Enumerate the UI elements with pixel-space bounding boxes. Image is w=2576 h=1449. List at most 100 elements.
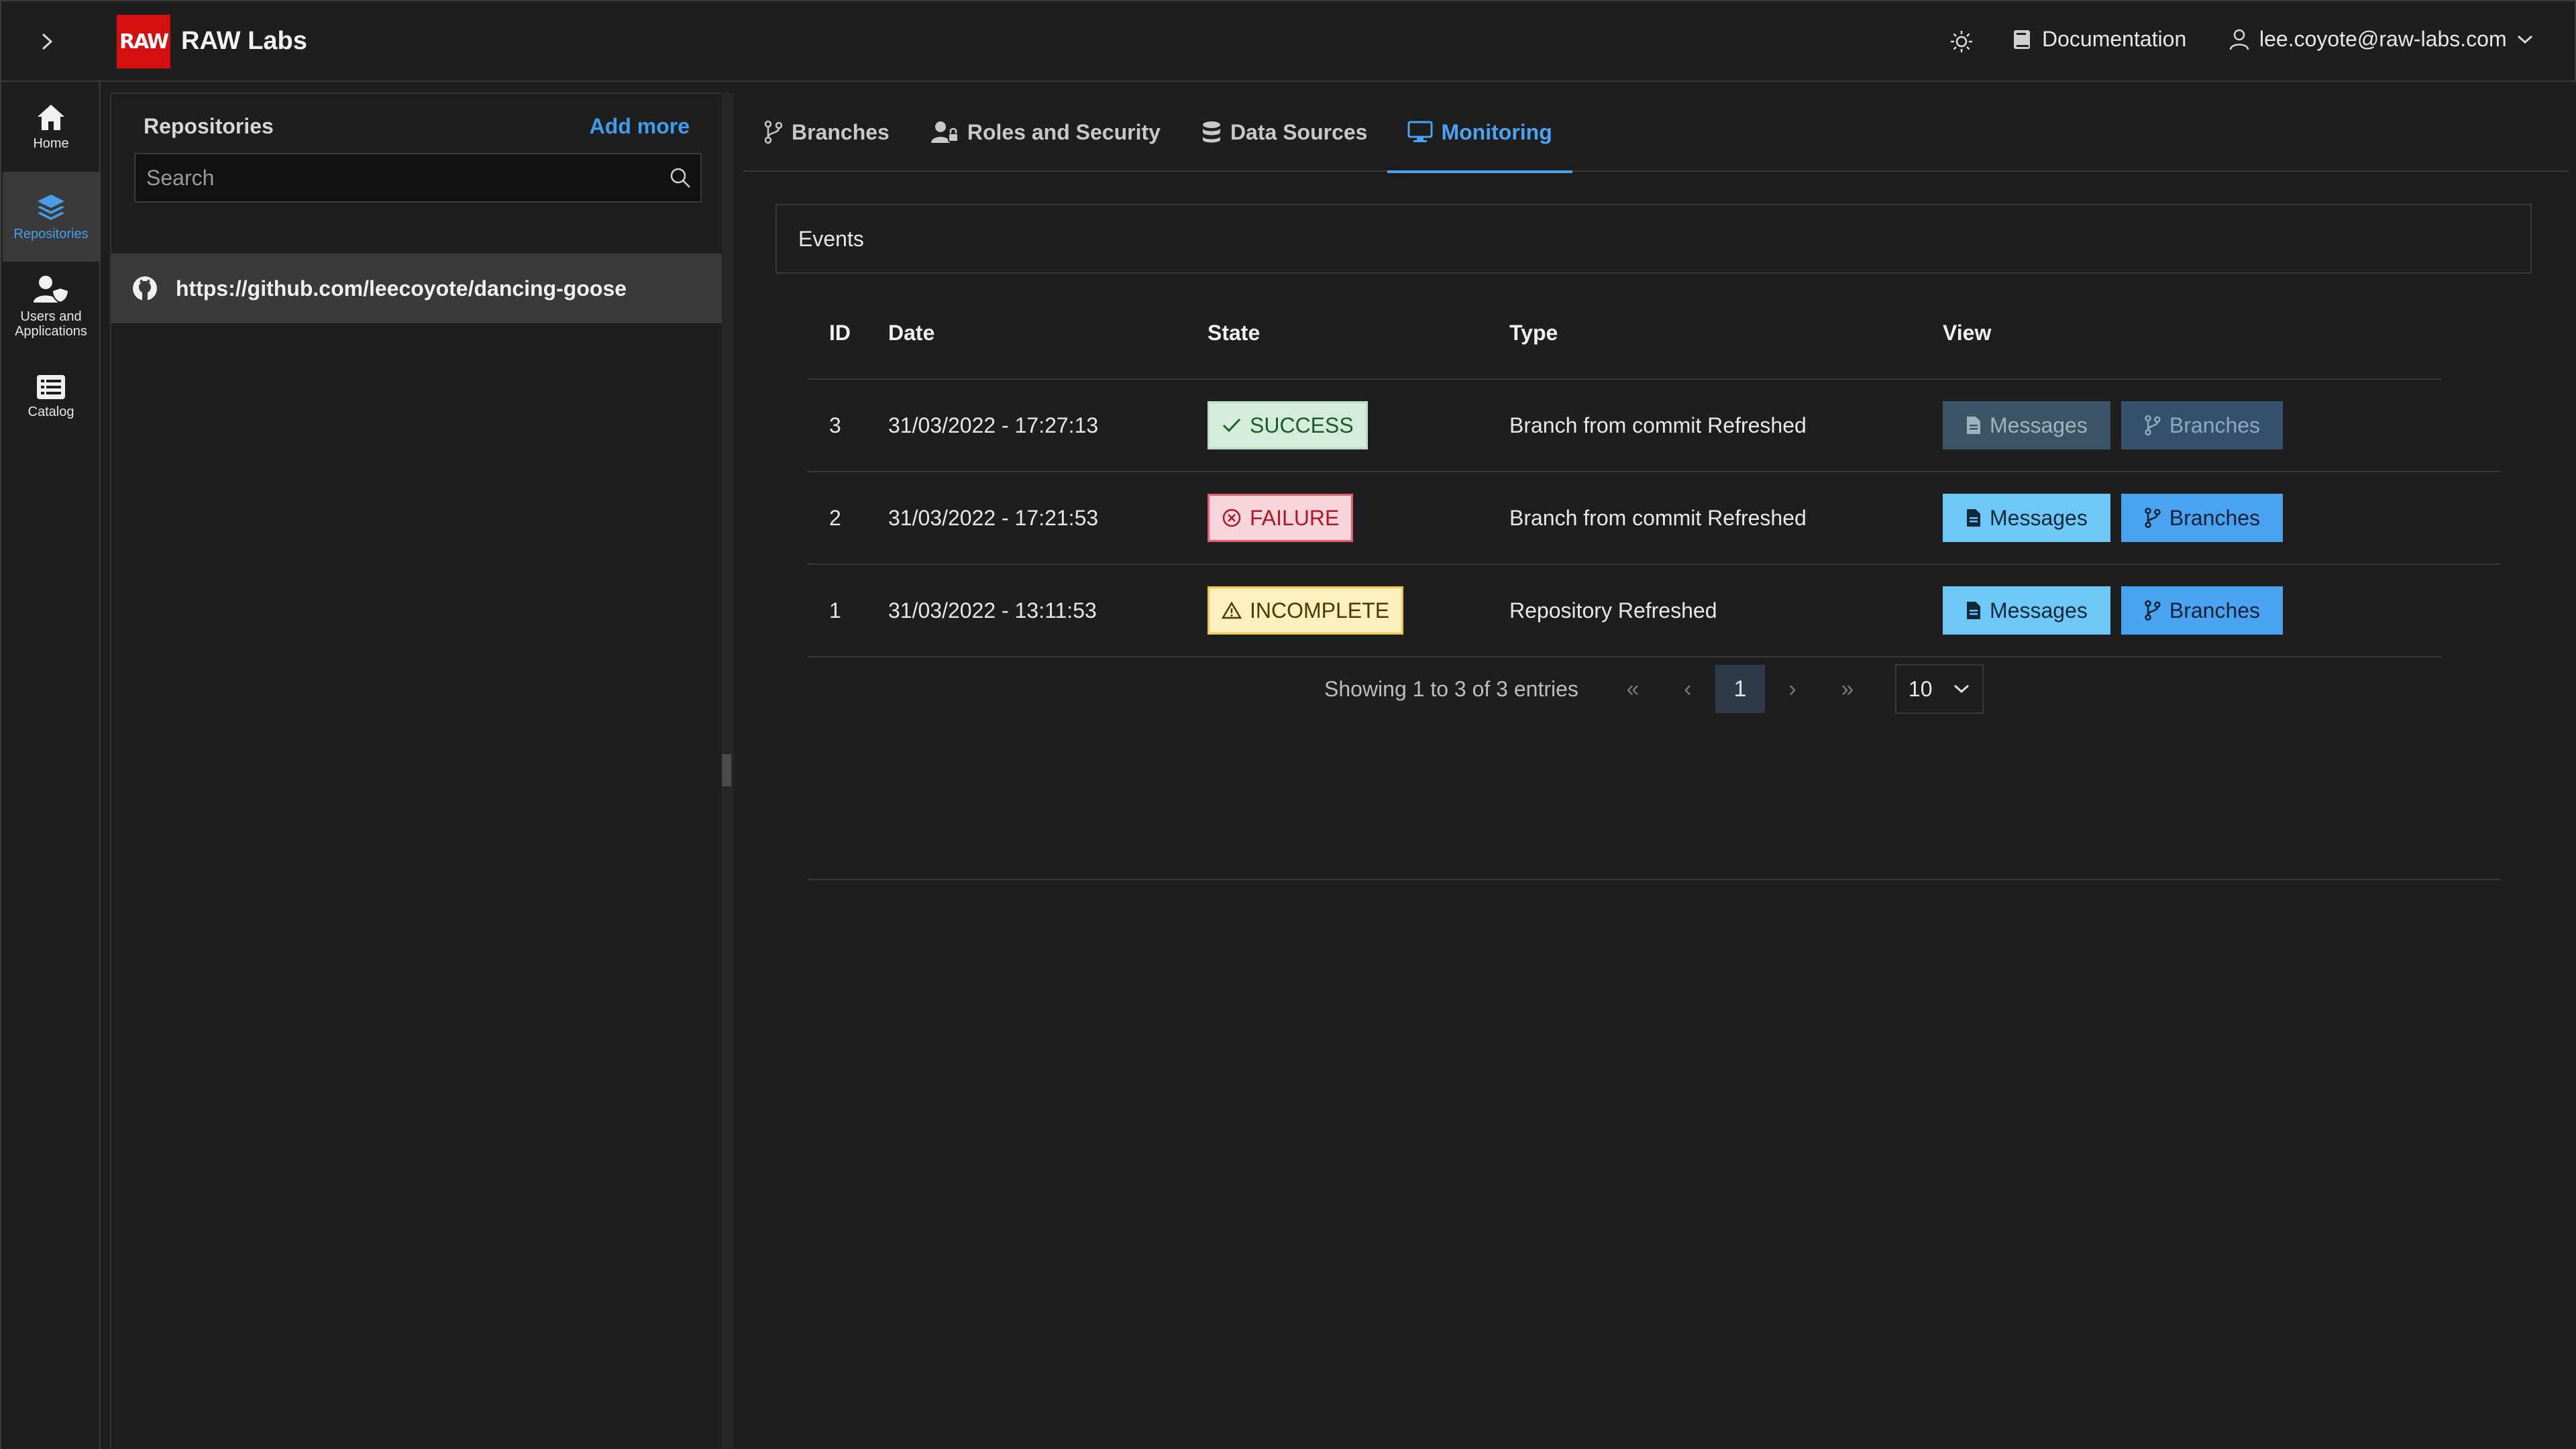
- repository-search: [134, 153, 702, 203]
- rail-label-repositories: Repositories: [13, 227, 89, 241]
- x-circle-icon: [1222, 508, 1241, 527]
- documentation-label: Documentation: [2042, 27, 2187, 51]
- messages-label: Messages: [1990, 598, 2088, 623]
- monitor-icon: [1407, 121, 1433, 142]
- event-type: Branch from commit Refreshed: [1509, 505, 1807, 530]
- brand-name: RAW Labs: [181, 27, 307, 55]
- add-more-link[interactable]: Add more: [590, 114, 690, 139]
- tab-branches[interactable]: Branches: [743, 93, 910, 172]
- file-icon: [1967, 509, 1980, 527]
- branches-button[interactable]: Branches: [2121, 586, 2284, 635]
- layers-icon: [38, 195, 64, 220]
- event-state: FAILURE: [1208, 494, 1509, 542]
- next-page-button[interactable]: ›: [1765, 665, 1820, 713]
- branches-button[interactable]: Branches: [2121, 494, 2284, 542]
- panel-splitter[interactable]: [722, 93, 734, 1449]
- status-badge-incomplete: INCOMPLETE: [1208, 586, 1404, 635]
- rail-item-home[interactable]: Home: [3, 82, 99, 172]
- event-view-actions: Messages Branches: [1939, 586, 2442, 635]
- rail-item-catalog[interactable]: Catalog: [3, 352, 99, 441]
- book-icon: [2014, 30, 2030, 49]
- status-label: FAILURE: [1250, 505, 1340, 530]
- event-type: Branch from commit Refreshed: [1509, 413, 1807, 437]
- chevron-down-icon: [1953, 684, 1969, 694]
- branches-label: Branches: [2169, 598, 2261, 623]
- table-row: 3 31/03/2022 - 17:27:13 SUCCESS Branch f…: [808, 380, 2501, 472]
- branch-icon: [2145, 415, 2161, 436]
- rail-label-catalog: Catalog: [28, 405, 74, 419]
- pagination-info: Showing 1 to 3 of 3 entries: [1324, 676, 1578, 701]
- theme-toggle-button[interactable]: [1947, 27, 1976, 56]
- repositories-panel: Repositories Add more https://github.com…: [110, 93, 723, 1449]
- tab-data-sources[interactable]: Data Sources: [1181, 93, 1388, 172]
- prev-page-button[interactable]: ‹: [1660, 665, 1715, 713]
- user-shield-icon: [34, 276, 70, 304]
- nav-rail: Home Repositories Users and Applications…: [0, 82, 101, 1449]
- events-header: Events: [775, 204, 2532, 274]
- branch-icon: [2145, 600, 2161, 621]
- list-icon: [37, 375, 65, 399]
- tab-roles-and-security[interactable]: Roles and Security: [910, 93, 1181, 172]
- github-icon: [133, 276, 157, 301]
- repositories-title: Repositories: [144, 114, 274, 138]
- table-header: ID Date State Type View: [808, 287, 2442, 380]
- event-date: 31/03/2022 - 17:21:53: [888, 505, 1099, 530]
- tab-roles-label: Roles and Security: [967, 119, 1161, 144]
- tab-branches-label: Branches: [792, 119, 890, 144]
- messages-label: Messages: [1990, 505, 2088, 530]
- messages-button[interactable]: Messages: [1943, 586, 2110, 635]
- check-icon: [1222, 418, 1241, 433]
- event-id: 1: [829, 598, 841, 623]
- branches-button[interactable]: Branches: [2121, 401, 2284, 449]
- first-page-button[interactable]: «: [1605, 665, 1660, 713]
- chevron-down-icon: [2517, 35, 2532, 44]
- file-icon: [1967, 602, 1980, 619]
- expand-sidebar-button[interactable]: [31, 25, 63, 58]
- rail-item-users-and-applications[interactable]: Users and Applications: [3, 262, 99, 352]
- branches-label: Branches: [2169, 413, 2261, 437]
- column-state[interactable]: State: [1208, 321, 1509, 345]
- tab-monitoring-label: Monitoring: [1441, 119, 1552, 144]
- rail-item-repositories[interactable]: Repositories: [3, 172, 99, 262]
- repository-item[interactable]: https://github.com/leecoyote/dancing-goo…: [111, 254, 723, 323]
- column-id[interactable]: ID: [808, 321, 888, 345]
- column-date[interactable]: Date: [888, 321, 1208, 345]
- user-menu[interactable]: lee.coyote@raw-labs.com: [2229, 27, 2534, 52]
- branch-icon: [764, 120, 783, 144]
- last-page-button[interactable]: »: [1820, 665, 1875, 713]
- event-state: INCOMPLETE: [1208, 586, 1509, 635]
- warning-icon: [1222, 601, 1242, 619]
- event-state: SUCCESS: [1208, 401, 1509, 449]
- status-badge-failure: FAILURE: [1208, 494, 1354, 542]
- chevron-right-icon: [42, 33, 53, 50]
- documentation-link[interactable]: Documentation: [2012, 27, 2186, 52]
- file-icon: [1967, 417, 1980, 434]
- current-page-button[interactable]: 1: [1715, 665, 1765, 713]
- sun-icon: [1951, 31, 1972, 52]
- event-date: 31/03/2022 - 17:27:13: [888, 413, 1099, 437]
- messages-label: Messages: [1990, 413, 2088, 437]
- splitter-grip[interactable]: [722, 754, 731, 786]
- events-table: ID Date State Type View 3 31/03/2022 - 1…: [808, 287, 2501, 657]
- repository-search-input[interactable]: [136, 165, 660, 191]
- search-icon[interactable]: [660, 166, 700, 189]
- tab-data-sources-label: Data Sources: [1230, 119, 1368, 144]
- user-email: lee.coyote@raw-labs.com: [2259, 27, 2507, 51]
- main-content: Branches Roles and Security Data Sources…: [734, 93, 2576, 1449]
- user-icon: [2229, 29, 2249, 50]
- status-label: SUCCESS: [1250, 413, 1354, 437]
- event-type: Repository Refreshed: [1509, 598, 1717, 623]
- tab-monitoring[interactable]: Monitoring: [1387, 93, 1573, 173]
- raw-logo[interactable]: RAW: [117, 15, 170, 68]
- table-row: 1 31/03/2022 - 13:11:53 INCOMPLETE Repos…: [808, 565, 2442, 657]
- user-lock-icon: [930, 121, 959, 143]
- messages-button[interactable]: Messages: [1943, 401, 2110, 449]
- status-label: INCOMPLETE: [1250, 598, 1390, 623]
- page-size-select[interactable]: 10: [1894, 664, 1984, 714]
- messages-button[interactable]: Messages: [1943, 494, 2110, 542]
- table-row: 2 31/03/2022 - 17:21:53 FAILURE Branch f…: [808, 472, 2501, 565]
- pagination: Showing 1 to 3 of 3 entries « ‹ 1 › » 10: [1324, 664, 1984, 714]
- column-type[interactable]: Type: [1509, 321, 1939, 345]
- event-id: 2: [829, 505, 841, 530]
- event-id: 3: [829, 413, 841, 437]
